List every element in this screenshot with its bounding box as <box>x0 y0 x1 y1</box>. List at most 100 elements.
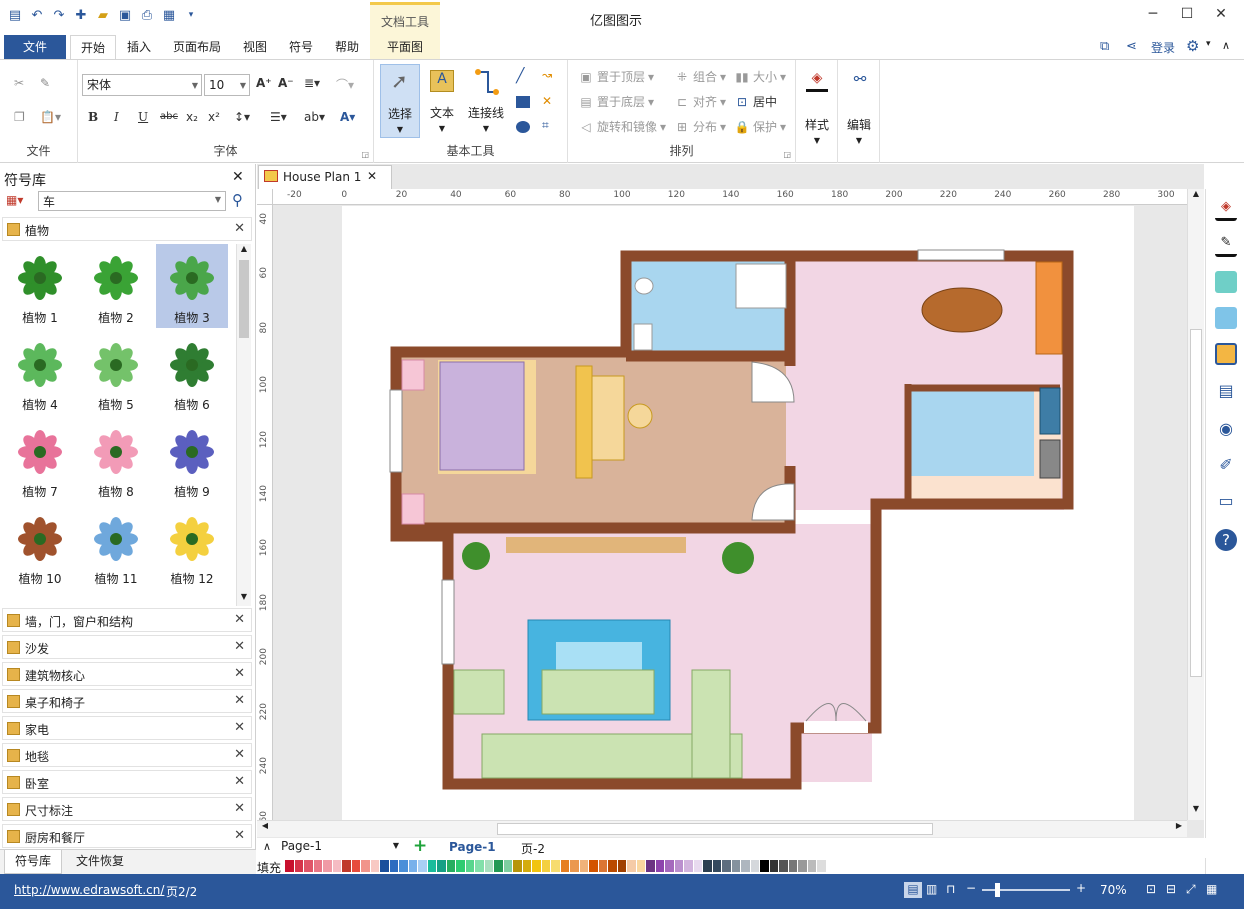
shrink-font-icon[interactable]: A⁻ <box>278 76 294 90</box>
paste-icon[interactable]: 📋▾ <box>40 110 61 124</box>
color-swatch[interactable] <box>418 860 427 872</box>
plant-symbol[interactable]: 植物 8 <box>80 418 152 502</box>
color-swatch[interactable] <box>389 860 398 872</box>
color-swatch[interactable] <box>541 860 550 872</box>
color-swatch[interactable] <box>313 860 322 872</box>
page-view-icon[interactable]: ▥ <box>926 882 937 896</box>
document-tab[interactable]: House Plan 1 ✕ <box>258 165 392 189</box>
text-tool-button[interactable]: A 文本 ▼ <box>422 64 462 138</box>
help-icon[interactable]: ? <box>1215 529 1237 551</box>
color-swatch[interactable] <box>798 860 807 872</box>
category-item[interactable]: 厨房和餐厅 ✕ <box>2 824 252 848</box>
plant-symbol[interactable]: 植物 6 <box>156 331 228 415</box>
zoom-slider[interactable] <box>982 883 1070 897</box>
color-swatch[interactable] <box>560 860 569 872</box>
normal-view-icon[interactable]: ▤ <box>904 882 922 898</box>
plant-symbol[interactable]: 植物 2 <box>80 244 152 328</box>
rectangle-tool-icon[interactable] <box>516 96 530 108</box>
export-icon[interactable]: ▦ <box>160 6 178 24</box>
color-swatch[interactable] <box>731 860 740 872</box>
size-button[interactable]: ▮▮ 大小 ▾ <box>734 68 786 85</box>
color-swatch[interactable] <box>589 860 598 872</box>
share-icon[interactable]: ⋖ <box>1126 39 1137 54</box>
protect-button[interactable]: 🔒 保护 ▾ <box>734 118 787 135</box>
color-swatch[interactable] <box>465 860 474 872</box>
scroll-left-icon[interactable]: ◀ <box>257 821 273 837</box>
color-swatch[interactable] <box>475 860 484 872</box>
close-icon[interactable]: ✕ <box>234 801 245 816</box>
hyperlink-icon[interactable]: ◉ <box>1215 419 1237 441</box>
highlight-icon[interactable]: ab▾ <box>304 110 325 124</box>
shadow-icon[interactable] <box>1215 271 1237 293</box>
maximize-button[interactable]: ☐ <box>1170 6 1204 26</box>
connector-tool-button[interactable]: 连接线 ▼ <box>462 64 510 138</box>
plant-symbol[interactable]: 植物 1 <box>4 244 76 328</box>
close-icon[interactable]: ✕ <box>234 747 245 762</box>
tab-help[interactable]: 帮助 <box>326 35 368 59</box>
color-swatch[interactable] <box>636 860 645 872</box>
arc-tool-icon[interactable]: ↝ <box>542 68 552 82</box>
page-list-toggle-icon[interactable]: ∧ <box>263 840 271 853</box>
color-swatch[interactable] <box>741 860 750 872</box>
font-color-icon[interactable]: A▾ <box>340 110 355 124</box>
plant-symbol[interactable]: 植物 7 <box>4 418 76 502</box>
canvas-hscroll-thumb[interactable] <box>497 823 933 835</box>
superscript-icon[interactable]: x² <box>208 110 220 124</box>
color-swatch[interactable] <box>826 860 835 872</box>
color-swatch[interactable] <box>427 860 436 872</box>
color-swatch[interactable] <box>332 860 341 872</box>
strikethrough-button[interactable]: abc <box>160 111 178 122</box>
color-swatch[interactable] <box>408 860 417 872</box>
tab-view[interactable]: 视图 <box>234 35 276 59</box>
fullscreen-icon[interactable]: ⤢ <box>1186 882 1196 897</box>
scroll-down-icon[interactable]: ▼ <box>237 592 251 606</box>
color-swatch[interactable] <box>598 860 607 872</box>
color-swatch[interactable] <box>351 860 360 872</box>
color-swatch[interactable] <box>655 860 664 872</box>
search-input[interactable]: 车 ▼ <box>38 191 226 211</box>
close-icon[interactable]: ✕ <box>234 639 245 654</box>
category-item[interactable]: 桌子和椅子 ✕ <box>2 689 252 713</box>
category-item[interactable]: 卧室 ✕ <box>2 770 252 794</box>
distribute-button[interactable]: ⊞ 分布 ▾ <box>674 118 726 135</box>
canvas-vertical-scrollbar[interactable]: ▲ ▼ <box>1187 189 1204 820</box>
font-dialog-launcher-icon[interactable]: ◲ <box>361 150 369 159</box>
scroll-right-icon[interactable]: ▶ <box>1171 821 1187 837</box>
color-swatch[interactable] <box>370 860 379 872</box>
color-swatch[interactable] <box>817 860 826 872</box>
scroll-up-icon[interactable]: ▲ <box>237 244 251 258</box>
color-swatch[interactable] <box>323 860 332 872</box>
edit-group[interactable]: ⚯ 编辑 ▼ <box>838 60 880 163</box>
category-item[interactable]: 墙，门，窗户和结构 ✕ <box>2 608 252 632</box>
subscript-icon[interactable]: x₂ <box>186 110 198 124</box>
color-swatch[interactable] <box>722 860 731 872</box>
open-icon[interactable]: ▰ <box>94 6 112 24</box>
tab-symbol-library[interactable]: 符号库 <box>4 850 62 874</box>
color-swatch[interactable] <box>579 860 588 872</box>
page-tab[interactable]: 页-2 <box>521 840 545 857</box>
drawing-page[interactable] <box>342 206 1134 820</box>
zoom-out-icon[interactable]: − <box>966 881 976 895</box>
font-name-combo[interactable]: 宋体 ▼ <box>82 74 202 96</box>
plant-symbol[interactable]: 植物 4 <box>4 331 76 415</box>
add-page-icon[interactable]: + <box>413 836 427 856</box>
page-tab-active[interactable]: Page-1 <box>449 840 496 854</box>
arrange-dialog-launcher-icon[interactable]: ◲ <box>783 150 791 159</box>
color-swatch[interactable] <box>779 860 788 872</box>
panel-close-icon[interactable]: ✕ <box>232 169 244 185</box>
color-swatch[interactable] <box>342 860 351 872</box>
tab-insert[interactable]: 插入 <box>118 35 160 59</box>
color-swatch[interactable] <box>503 860 512 872</box>
library-menu-icon[interactable]: ▦▾ <box>6 193 23 207</box>
color-swatch[interactable] <box>788 860 797 872</box>
qat-customize-icon[interactable]: ▾ <box>182 6 200 24</box>
settings-dropdown-icon[interactable]: ▾ <box>1206 39 1211 49</box>
color-swatch[interactable] <box>484 860 493 872</box>
color-swatch[interactable] <box>684 860 693 872</box>
color-swatch[interactable] <box>760 860 769 872</box>
fit-width-icon[interactable]: ⊟ <box>1166 882 1176 896</box>
presentation-icon[interactable]: ⊓ <box>946 882 955 896</box>
bullet-list-icon[interactable]: ☰▾ <box>270 110 287 124</box>
send-back-button[interactable]: ▤ 置于底层 ▾ <box>578 93 654 110</box>
plant-symbol[interactable]: 植物 3 <box>156 244 228 328</box>
